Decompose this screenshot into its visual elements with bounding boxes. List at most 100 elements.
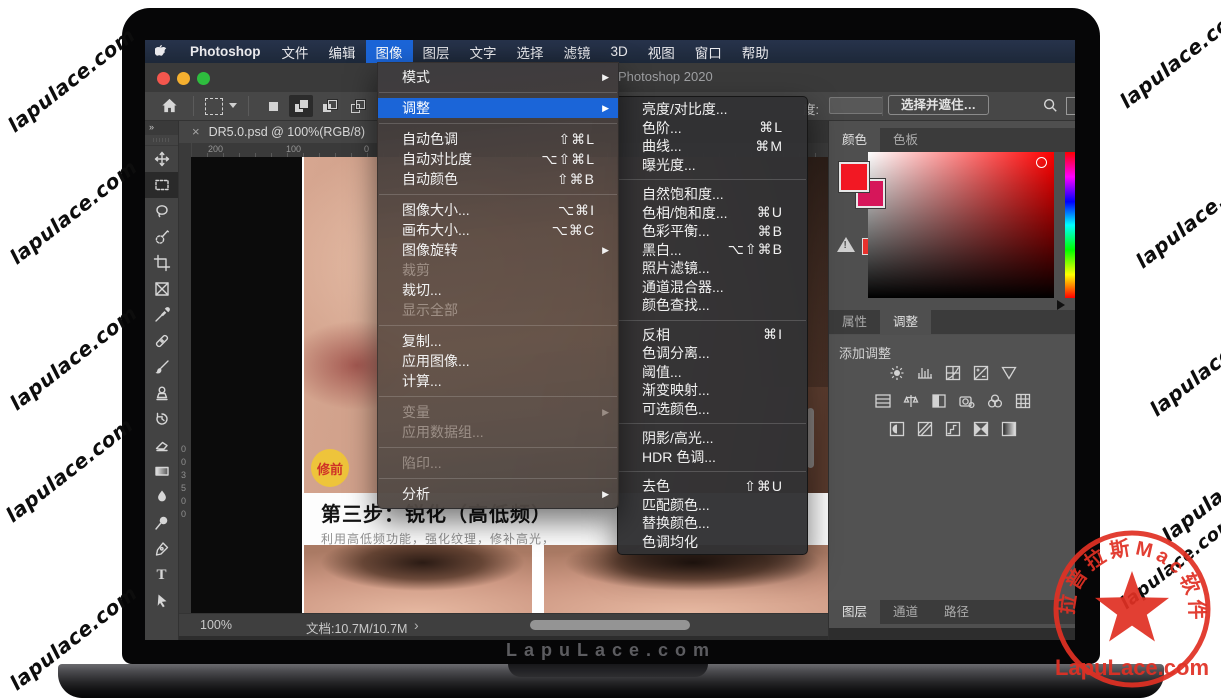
minimize-window-button[interactable] bbox=[177, 72, 190, 85]
submenu-black-white[interactable]: 黑白... ⌥⇧⌘B bbox=[618, 241, 807, 260]
submenu-levels[interactable]: 色阶... ⌘L bbox=[618, 119, 807, 138]
menu-item-trap[interactable]: 陷印... bbox=[378, 453, 618, 473]
search-icon[interactable] bbox=[1042, 97, 1058, 118]
invert-icon[interactable] bbox=[886, 419, 908, 438]
chevron-down-icon[interactable] bbox=[229, 103, 237, 108]
submenu-vibrance[interactable]: 自然饱和度... bbox=[618, 185, 807, 204]
menu-item-reveal-all[interactable]: 显示全部 bbox=[378, 300, 618, 320]
menu-item-variables[interactable]: 变量 ▶ bbox=[378, 402, 618, 422]
submenu-color-balance[interactable]: 色彩平衡... ⌘B bbox=[618, 222, 807, 241]
gradient-map-icon[interactable] bbox=[970, 419, 992, 438]
eraser-tool[interactable] bbox=[145, 432, 178, 458]
apple-icon[interactable] bbox=[145, 40, 179, 63]
spot-healing-brush-tool[interactable] bbox=[145, 328, 178, 354]
collapse-panel-chevron[interactable]: » bbox=[145, 120, 178, 135]
menu-item-apply-data-set[interactable]: 应用数据组... bbox=[378, 422, 618, 442]
photo-filter-icon[interactable] bbox=[956, 391, 978, 410]
brightness-contrast-icon[interactable] bbox=[886, 363, 908, 382]
crop-tool[interactable] bbox=[145, 250, 178, 276]
menu-item-canvas-size[interactable]: 画布大小... ⌥⌘C bbox=[378, 220, 618, 240]
submenu-channel-mixer[interactable]: 通道混合器... bbox=[618, 278, 807, 297]
submenu-shadows-highlights[interactable]: 阴影/高光... bbox=[618, 429, 807, 448]
menu-item-apply-image[interactable]: 应用图像... bbox=[378, 351, 618, 371]
eyedropper-tool[interactable] bbox=[145, 302, 178, 328]
submenu-threshold[interactable]: 阈值... bbox=[618, 363, 807, 382]
posterize-icon[interactable] bbox=[914, 419, 936, 438]
marquee-tool-preview-icon[interactable] bbox=[205, 98, 223, 115]
close-tab-icon[interactable]: × bbox=[192, 124, 200, 139]
submenu-selective-color[interactable]: 可选颜色... bbox=[618, 400, 807, 419]
color-lookup-icon[interactable] bbox=[1012, 391, 1034, 410]
new-selection-button[interactable] bbox=[261, 95, 285, 117]
threshold-icon[interactable] bbox=[942, 419, 964, 438]
submenu-hdr-toning[interactable]: HDR 色调... bbox=[618, 448, 807, 467]
rectangular-marquee-tool[interactable] bbox=[145, 172, 178, 198]
zoom-window-button[interactable] bbox=[197, 72, 210, 85]
tab-paths[interactable]: 路径 bbox=[931, 600, 982, 624]
exposure-icon[interactable] bbox=[970, 363, 992, 382]
submenu-gradient-map[interactable]: 渐变映射... bbox=[618, 381, 807, 400]
intersect-selection-button[interactable] bbox=[345, 95, 369, 117]
status-chevron-icon[interactable]: › bbox=[414, 617, 419, 633]
submenu-invert[interactable]: 反相 ⌘I bbox=[618, 326, 807, 345]
dodge-tool[interactable] bbox=[145, 510, 178, 536]
select-and-mask-button[interactable]: 选择并遮住… bbox=[888, 95, 989, 115]
path-selection-tool[interactable] bbox=[145, 588, 178, 614]
color-picker-dot[interactable] bbox=[1036, 157, 1047, 168]
brush-tool[interactable] bbox=[145, 354, 178, 380]
tab-swatches[interactable]: 色板 bbox=[880, 128, 931, 152]
selective-color-icon[interactable] bbox=[998, 419, 1020, 438]
zoom-level[interactable]: 100% bbox=[200, 618, 232, 632]
blur-tool[interactable] bbox=[145, 484, 178, 510]
gradient-tool[interactable] bbox=[145, 458, 178, 484]
clone-stamp-tool[interactable] bbox=[145, 380, 178, 406]
frame-tool[interactable] bbox=[145, 276, 178, 302]
vertical-scrollbar[interactable] bbox=[807, 408, 814, 468]
menubar-view[interactable]: 视图 bbox=[638, 40, 685, 63]
menubar-edit[interactable]: 编辑 bbox=[319, 40, 366, 63]
menubar-image[interactable]: 图像 bbox=[366, 40, 413, 63]
submenu-curves[interactable]: 曲线... ⌘M bbox=[618, 137, 807, 156]
levels-icon[interactable] bbox=[914, 363, 936, 382]
menu-item-analysis[interactable]: 分析 ▶ bbox=[378, 484, 618, 504]
menu-item-adjustments[interactable]: 调整 ▶ bbox=[378, 98, 618, 118]
hue-strip[interactable] bbox=[1065, 152, 1075, 298]
channel-mixer-icon[interactable] bbox=[984, 391, 1006, 410]
menubar-filter[interactable]: 滤镜 bbox=[554, 40, 601, 63]
submenu-exposure[interactable]: 曝光度... bbox=[618, 156, 807, 175]
drag-handle[interactable] bbox=[145, 135, 178, 146]
submenu-posterize[interactable]: 色调分离... bbox=[618, 344, 807, 363]
menubar-select[interactable]: 选择 bbox=[507, 40, 554, 63]
menu-item-image-size[interactable]: 图像大小... ⌥⌘I bbox=[378, 200, 618, 220]
tab-adjustments[interactable]: 调整 bbox=[880, 310, 931, 334]
menu-item-mode[interactable]: 模式 ▶ bbox=[378, 67, 618, 87]
menubar-window[interactable]: 窗口 bbox=[685, 40, 732, 63]
menubar-help[interactable]: 帮助 bbox=[732, 40, 779, 63]
tab-properties[interactable]: 属性 bbox=[829, 310, 880, 334]
menu-item-duplicate[interactable]: 复制... bbox=[378, 331, 618, 351]
menubar-layer[interactable]: 图层 bbox=[413, 40, 460, 63]
submenu-color-lookup[interactable]: 颜色查找... bbox=[618, 296, 807, 315]
submenu-replace-color[interactable]: 替换颜色... bbox=[618, 514, 807, 533]
menubar-file[interactable]: 文件 bbox=[272, 40, 319, 63]
submenu-photo-filter[interactable]: 照片滤镜... bbox=[618, 259, 807, 278]
move-tool[interactable] bbox=[145, 146, 178, 172]
color-balance-icon[interactable] bbox=[900, 391, 922, 410]
menubar-photoshop[interactable]: Photoshop bbox=[179, 40, 272, 63]
home-icon[interactable] bbox=[161, 97, 178, 119]
type-tool[interactable]: T bbox=[145, 562, 178, 588]
menu-item-calculations[interactable]: 计算... bbox=[378, 371, 618, 391]
pen-tool[interactable] bbox=[145, 536, 178, 562]
black-white-icon[interactable] bbox=[928, 391, 950, 410]
menubar-3d[interactable]: 3D bbox=[601, 40, 638, 63]
lasso-tool[interactable] bbox=[145, 198, 178, 224]
menu-item-auto-color[interactable]: 自动颜色 ⇧⌘B bbox=[378, 169, 618, 189]
foreground-color-swatch[interactable] bbox=[839, 162, 869, 192]
subtract-from-selection-button[interactable] bbox=[317, 95, 341, 117]
vibrance-icon[interactable] bbox=[998, 363, 1020, 382]
panel-resize-arrow-icon[interactable] bbox=[1057, 300, 1065, 310]
quick-selection-tool[interactable] bbox=[145, 224, 178, 250]
menubar-type[interactable]: 文字 bbox=[460, 40, 507, 63]
menu-item-crop[interactable]: 裁剪 bbox=[378, 260, 618, 280]
menu-item-image-rotation[interactable]: 图像旋转 ▶ bbox=[378, 240, 618, 260]
